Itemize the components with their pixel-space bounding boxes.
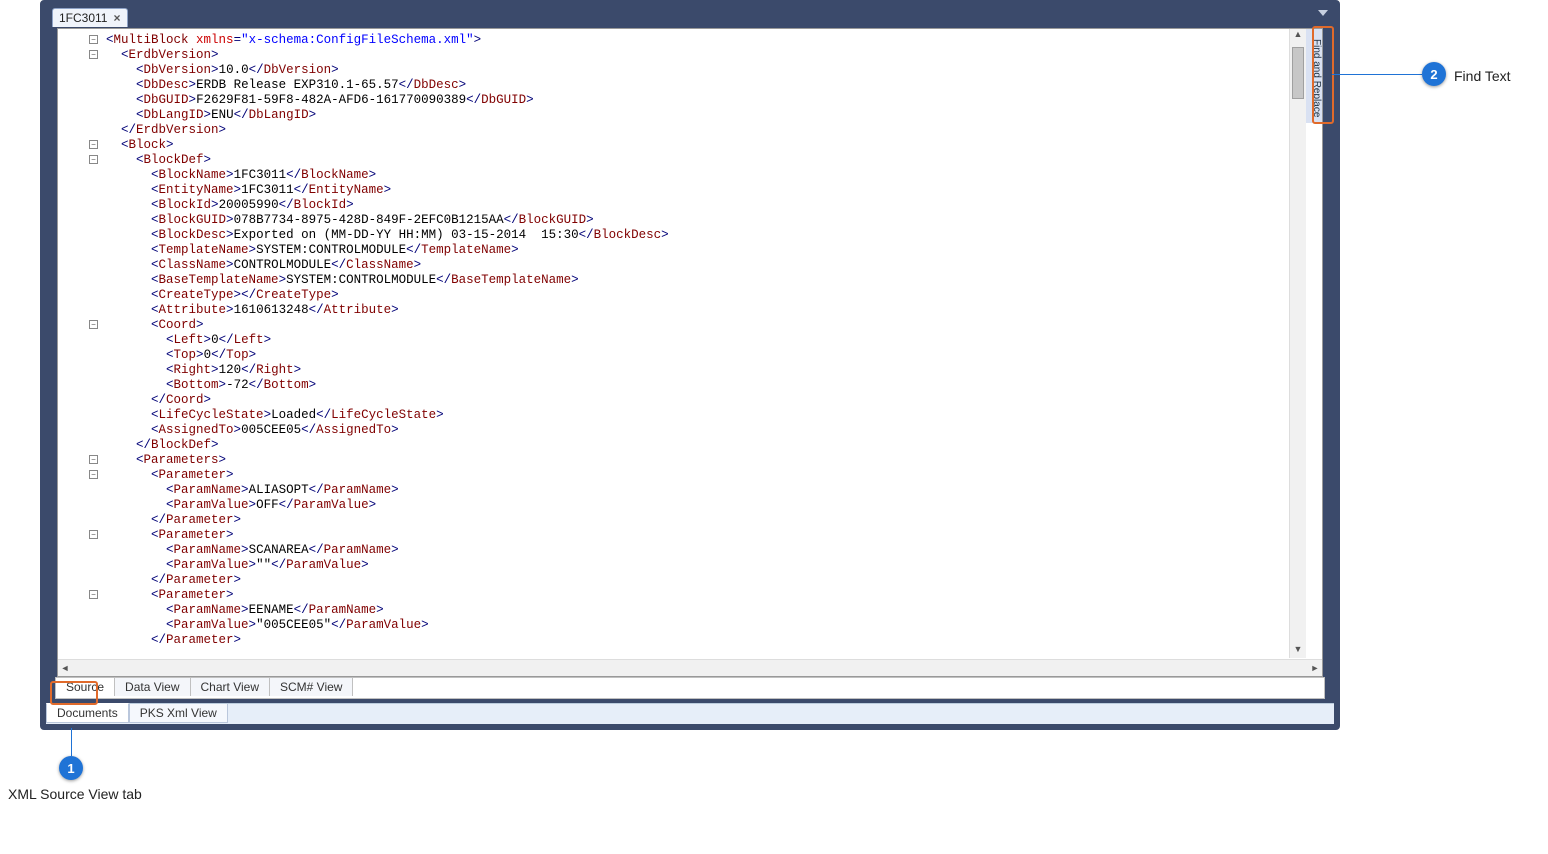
scroll-thumb[interactable]: [1292, 47, 1304, 99]
fold-toggle-icon[interactable]: [89, 455, 98, 464]
fold-toggle-icon[interactable]: [89, 470, 98, 479]
view-tab-data-view[interactable]: Data View: [115, 678, 190, 696]
vertical-scrollbar[interactable]: ▲ ▼: [1289, 29, 1306, 658]
fold-toggle-icon[interactable]: [89, 320, 98, 329]
code-content[interactable]: <MultiBlock xmlns="x-schema:ConfigFileSc…: [102, 29, 1290, 652]
horizontal-scrollbar[interactable]: ◄ ►: [58, 659, 1322, 676]
document-tabs: DocumentsPKS Xml View: [46, 703, 1334, 724]
doc-tab-documents[interactable]: Documents: [46, 703, 129, 723]
code-editor[interactable]: <MultiBlock xmlns="x-schema:ConfigFileSc…: [57, 28, 1323, 677]
scroll-down-icon[interactable]: ▼: [1290, 644, 1306, 658]
doc-tab-pks-xml-view[interactable]: PKS Xml View: [129, 704, 228, 723]
callout-badge-1: 1: [59, 756, 83, 780]
callout-badge-2: 2: [1422, 62, 1446, 86]
fold-toggle-icon[interactable]: [89, 50, 98, 59]
scroll-up-icon[interactable]: ▲: [1290, 29, 1306, 43]
view-tab-source[interactable]: Source: [56, 678, 115, 696]
fold-toggle-icon[interactable]: [89, 530, 98, 539]
callout-connector: [71, 728, 72, 756]
view-tab-scm-view[interactable]: SCM# View: [270, 678, 353, 696]
file-tab[interactable]: 1FC3011 ×: [52, 8, 128, 27]
find-and-replace-panel[interactable]: Find and Replace: [1305, 29, 1322, 123]
scroll-left-icon[interactable]: ◄: [58, 660, 72, 676]
tab-list-dropdown-icon[interactable]: [1318, 10, 1328, 16]
view-tabs: SourceData ViewChart ViewSCM# View: [55, 677, 1325, 699]
fold-toggle-icon[interactable]: [89, 590, 98, 599]
fold-toggle-icon[interactable]: [89, 155, 98, 164]
fold-toggle-icon[interactable]: [89, 35, 98, 44]
fold-toggle-icon[interactable]: [89, 140, 98, 149]
code-fold-gutter[interactable]: [58, 29, 103, 658]
scroll-right-icon[interactable]: ►: [1308, 660, 1322, 676]
callout-connector: [1332, 74, 1422, 75]
code-viewport[interactable]: <MultiBlock xmlns="x-schema:ConfigFileSc…: [102, 29, 1290, 658]
view-tab-chart-view[interactable]: Chart View: [191, 678, 270, 696]
app-window: 1FC3011 × <MultiBlock xmlns="x-schema:Co…: [40, 0, 1340, 730]
callout-text-find: Find Text: [1454, 68, 1511, 84]
close-icon[interactable]: ×: [113, 11, 120, 25]
file-tab-label: 1FC3011: [59, 11, 107, 25]
file-tab-strip: 1FC3011 ×: [46, 6, 1334, 28]
callout-text-source-tab: XML Source View tab: [8, 786, 142, 802]
